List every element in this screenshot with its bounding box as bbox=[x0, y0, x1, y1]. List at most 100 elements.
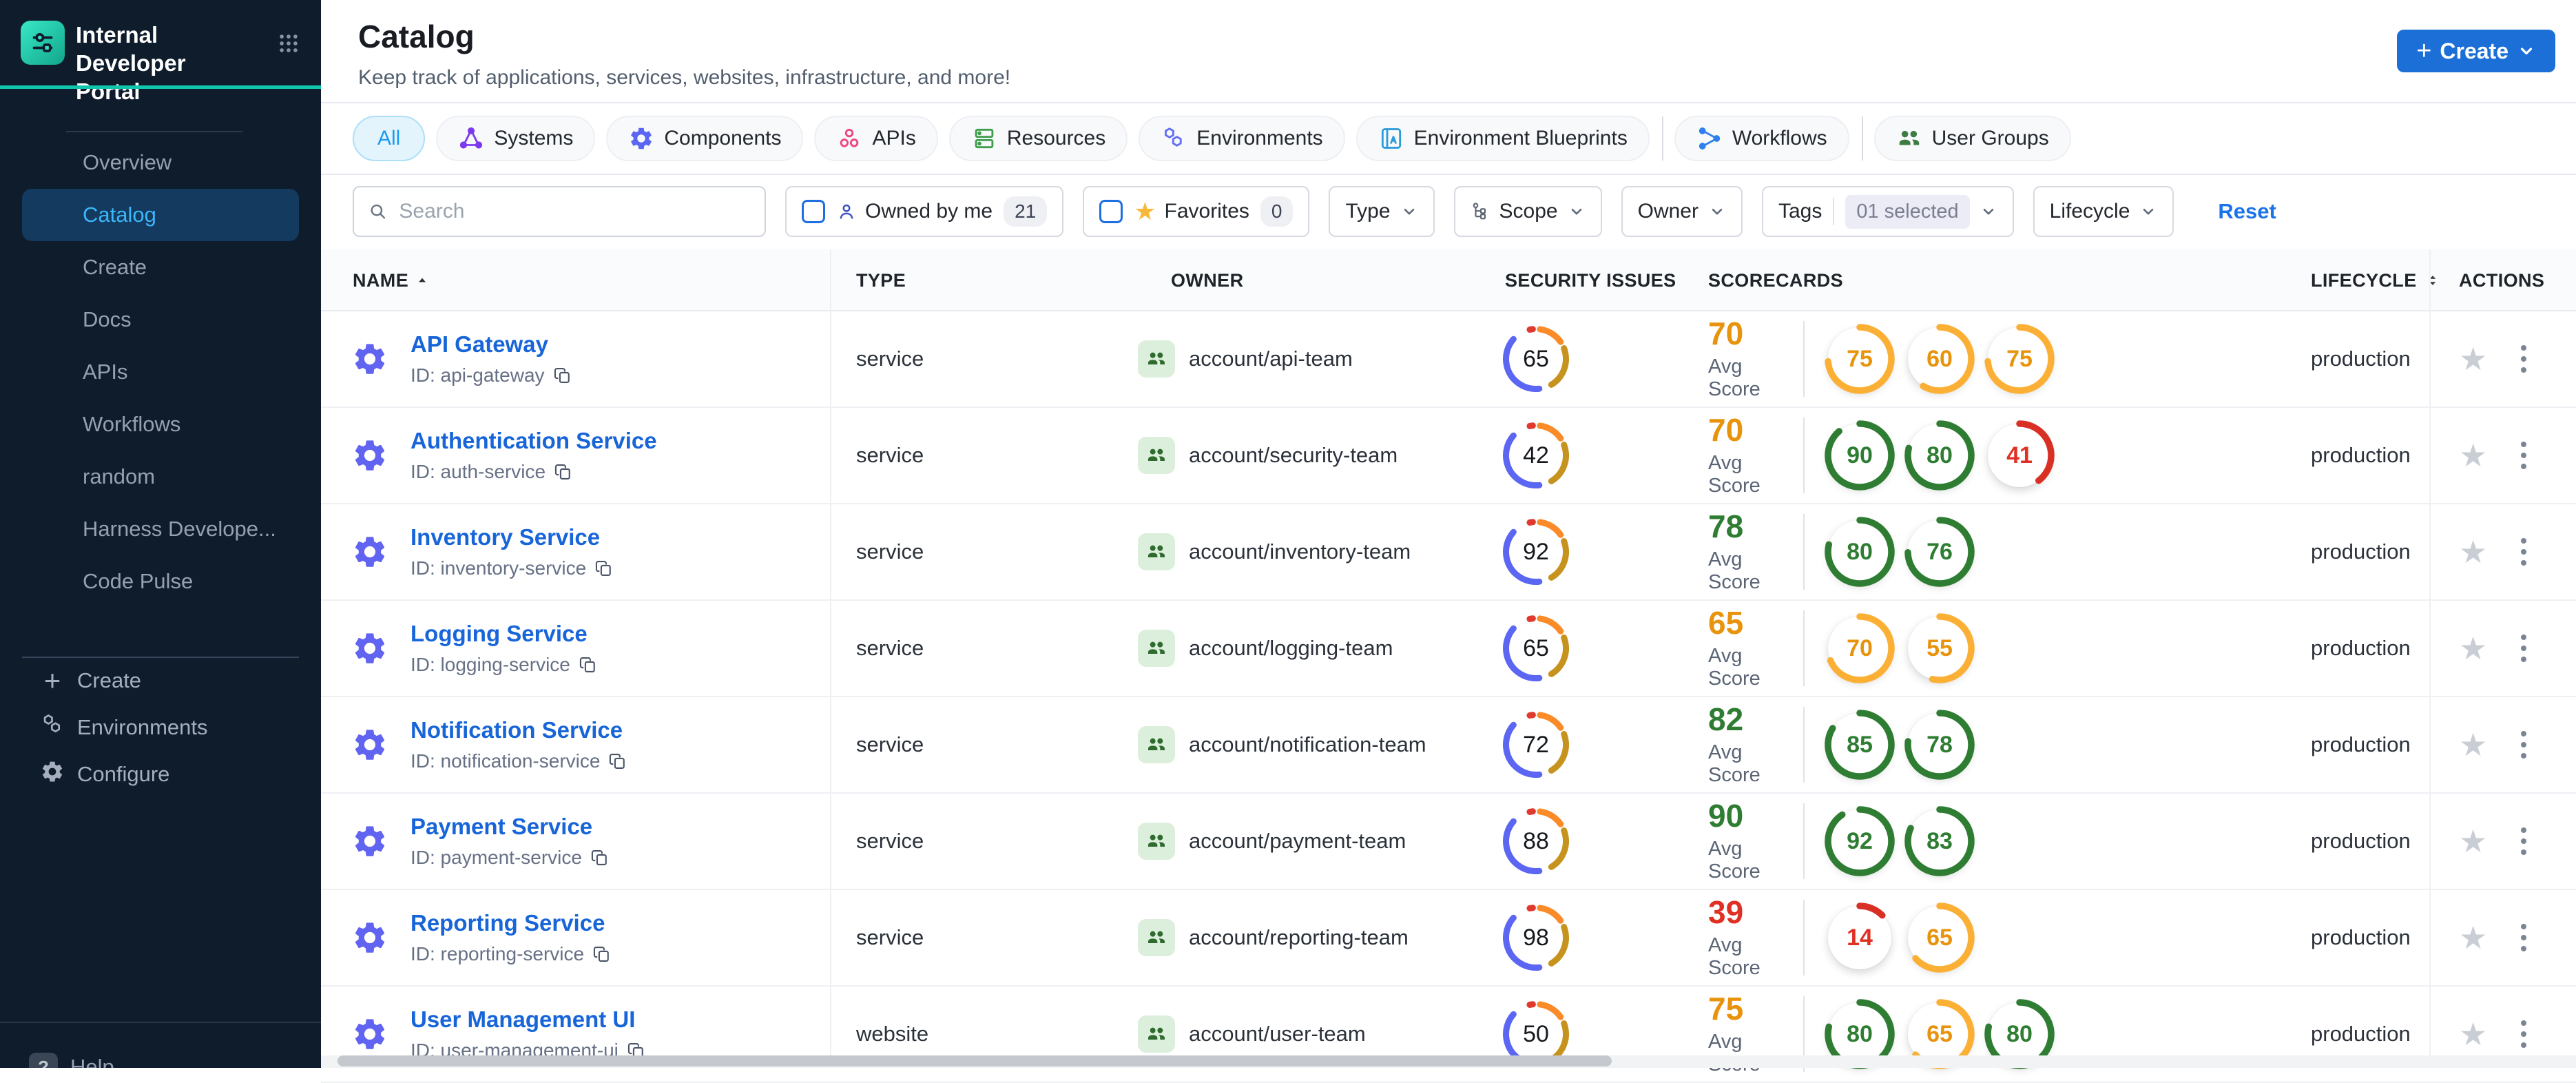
entity-name-cell: Payment Service ID: payment-service bbox=[411, 814, 610, 869]
entity-name-link[interactable]: Payment Service bbox=[411, 814, 610, 840]
favorite-star-button[interactable]: ★ bbox=[2459, 922, 2487, 953]
owned-by-me-filter[interactable]: Owned by me 21 bbox=[785, 186, 1064, 237]
type-dropdown[interactable]: Type bbox=[1329, 186, 1435, 237]
favorite-star-button[interactable]: ★ bbox=[2459, 632, 2487, 664]
tab-components[interactable]: Components bbox=[606, 116, 804, 161]
row-menu-kebab-icon[interactable] bbox=[2515, 436, 2532, 475]
copy-icon[interactable] bbox=[594, 559, 614, 578]
copy-icon[interactable] bbox=[608, 752, 627, 771]
scorecard-gauge: 85 bbox=[1822, 708, 1897, 782]
security-issues-value: 72 bbox=[1523, 731, 1549, 758]
favorite-star-button[interactable]: ★ bbox=[2459, 440, 2487, 471]
entity-gear-icon bbox=[351, 340, 388, 378]
entity-name-link[interactable]: Notification Service bbox=[411, 717, 627, 743]
table-row: Payment Service ID: payment-service serv… bbox=[321, 794, 2576, 890]
avg-score-cell: 70 Avg Score bbox=[1708, 413, 1798, 497]
sidebar-item-overview[interactable]: Overview bbox=[0, 136, 321, 189]
sidebar-item-catalog[interactable]: Catalog bbox=[22, 189, 299, 241]
tab-workflows[interactable]: Workflows bbox=[1674, 116, 1849, 161]
owned-by-me-checkbox[interactable] bbox=[802, 200, 825, 223]
entity-name-link[interactable]: Inventory Service bbox=[411, 524, 614, 550]
row-menu-kebab-icon[interactable] bbox=[2515, 725, 2532, 764]
entity-gear-icon bbox=[351, 1015, 388, 1053]
owner-group-icon bbox=[1138, 726, 1175, 763]
tab-user-groups[interactable]: User Groups bbox=[1873, 116, 2071, 161]
table-row: Inventory Service ID: inventory-service … bbox=[321, 504, 2576, 601]
chevron-down-icon bbox=[1571, 208, 1581, 215]
security-issues-value: 42 bbox=[1523, 442, 1549, 468]
lifecycle-dropdown[interactable]: Lifecycle bbox=[2033, 186, 2174, 237]
favorites-checkbox[interactable] bbox=[1099, 200, 1123, 223]
favorite-star-button[interactable]: ★ bbox=[2459, 825, 2487, 857]
scope-dropdown[interactable]: Scope bbox=[1453, 186, 1602, 237]
owner-dropdown[interactable]: Owner bbox=[1621, 186, 1743, 237]
app-switcher-grid-icon[interactable] bbox=[277, 32, 300, 59]
sidebar-item-code-pulse[interactable]: Code Pulse bbox=[0, 555, 321, 608]
avg-score-label: Avg Score bbox=[1708, 934, 1760, 979]
row-menu-kebab-icon[interactable] bbox=[2515, 340, 2532, 378]
favorites-filter[interactable]: ★ Favorites 0 bbox=[1083, 186, 1310, 237]
tab-resources[interactable]: Resources bbox=[948, 116, 1128, 161]
avg-score-value: 70 bbox=[1708, 412, 1744, 448]
copy-icon[interactable] bbox=[553, 366, 572, 385]
sidebar-item-workflows[interactable]: Workflows bbox=[0, 398, 321, 451]
favorite-star-button[interactable]: ★ bbox=[2459, 729, 2487, 761]
sidebar-item-harness-develope-[interactable]: Harness Develope... bbox=[0, 503, 321, 555]
sort-ascending-icon bbox=[419, 278, 426, 282]
sidebar-item-docs[interactable]: Docs bbox=[0, 293, 321, 346]
entity-name-link[interactable]: User Management UI bbox=[411, 1007, 646, 1033]
sidebar-item-create[interactable]: Create bbox=[0, 241, 321, 293]
owner-group-icon bbox=[1138, 533, 1175, 570]
favorite-star-button[interactable]: ★ bbox=[2459, 343, 2487, 375]
copy-icon[interactable] bbox=[590, 848, 610, 867]
scorecard-gauge: 75 bbox=[1822, 322, 1897, 396]
scorecard-gauge: 55 bbox=[1902, 611, 1977, 685]
sidebar-item-apis[interactable]: APIs bbox=[0, 346, 321, 398]
favorite-star-button[interactable]: ★ bbox=[2459, 536, 2487, 568]
sidebar-bottom-item-configure[interactable]: Configure bbox=[0, 751, 321, 798]
row-menu-kebab-icon[interactable] bbox=[2515, 629, 2532, 668]
search-box[interactable] bbox=[353, 186, 766, 237]
tab-systems[interactable]: Systems bbox=[436, 116, 596, 161]
sidebar-bottom-item-environments[interactable]: Environments bbox=[0, 704, 321, 751]
reset-filters-link[interactable]: Reset bbox=[2218, 199, 2276, 224]
entity-name-cell: API Gateway ID: api-gateway bbox=[411, 331, 572, 386]
entity-type: service bbox=[856, 732, 924, 756]
tab-label: All bbox=[377, 127, 401, 149]
column-header-name[interactable]: NAME bbox=[353, 249, 429, 311]
tab-environment-blueprints[interactable]: Environment Blueprints bbox=[1355, 116, 1650, 161]
entity-name-link[interactable]: Authentication Service bbox=[411, 428, 657, 454]
sidebar-item-random[interactable]: random bbox=[0, 451, 321, 503]
create-button[interactable]: + Create bbox=[2397, 30, 2555, 72]
search-icon bbox=[371, 204, 386, 219]
entity-name-link[interactable]: Reporting Service bbox=[411, 910, 612, 936]
tab-all[interactable]: All bbox=[353, 116, 426, 161]
copy-icon[interactable] bbox=[554, 462, 573, 482]
tags-dropdown[interactable]: Tags 01 selected bbox=[1761, 186, 2014, 237]
column-header-lifecycle[interactable]: LIFECYCLE bbox=[2311, 249, 2442, 311]
row-menu-kebab-icon[interactable] bbox=[2515, 822, 2532, 860]
brand-accent-bar bbox=[0, 85, 321, 89]
copy-icon[interactable] bbox=[579, 655, 598, 674]
horizontal-scrollbar-thumb[interactable] bbox=[337, 1055, 1612, 1066]
favorite-star-button[interactable]: ★ bbox=[2459, 1018, 2487, 1050]
brand: Internal Developer Portal bbox=[21, 21, 304, 105]
row-menu-kebab-icon[interactable] bbox=[2515, 533, 2532, 571]
row-menu-kebab-icon[interactable] bbox=[2515, 918, 2532, 957]
divider bbox=[1803, 900, 1805, 976]
row-menu-kebab-icon[interactable] bbox=[2515, 1015, 2532, 1053]
tab-environments[interactable]: Environments bbox=[1139, 116, 1345, 161]
column-header-scorecards: SCORECARDS bbox=[1708, 269, 1844, 291]
entity-kind-tabs: All Systems Components APIs Resources En… bbox=[321, 103, 2576, 174]
copy-icon[interactable] bbox=[592, 945, 612, 964]
tab-apis[interactable]: APIs bbox=[814, 116, 938, 161]
sort-icon bbox=[2429, 275, 2435, 286]
owner-group-icon bbox=[1138, 823, 1175, 860]
entity-id: ID: auth-service bbox=[411, 461, 546, 482]
sidebar-bottom-item-create[interactable]: + Create bbox=[0, 657, 321, 704]
sidebar-item-help[interactable]: ? Help bbox=[29, 1053, 114, 1068]
entity-name-link[interactable]: Logging Service bbox=[411, 621, 598, 647]
entity-name-link[interactable]: API Gateway bbox=[411, 331, 572, 358]
chevron-down-icon bbox=[1404, 208, 1414, 215]
search-input[interactable] bbox=[399, 200, 751, 223]
